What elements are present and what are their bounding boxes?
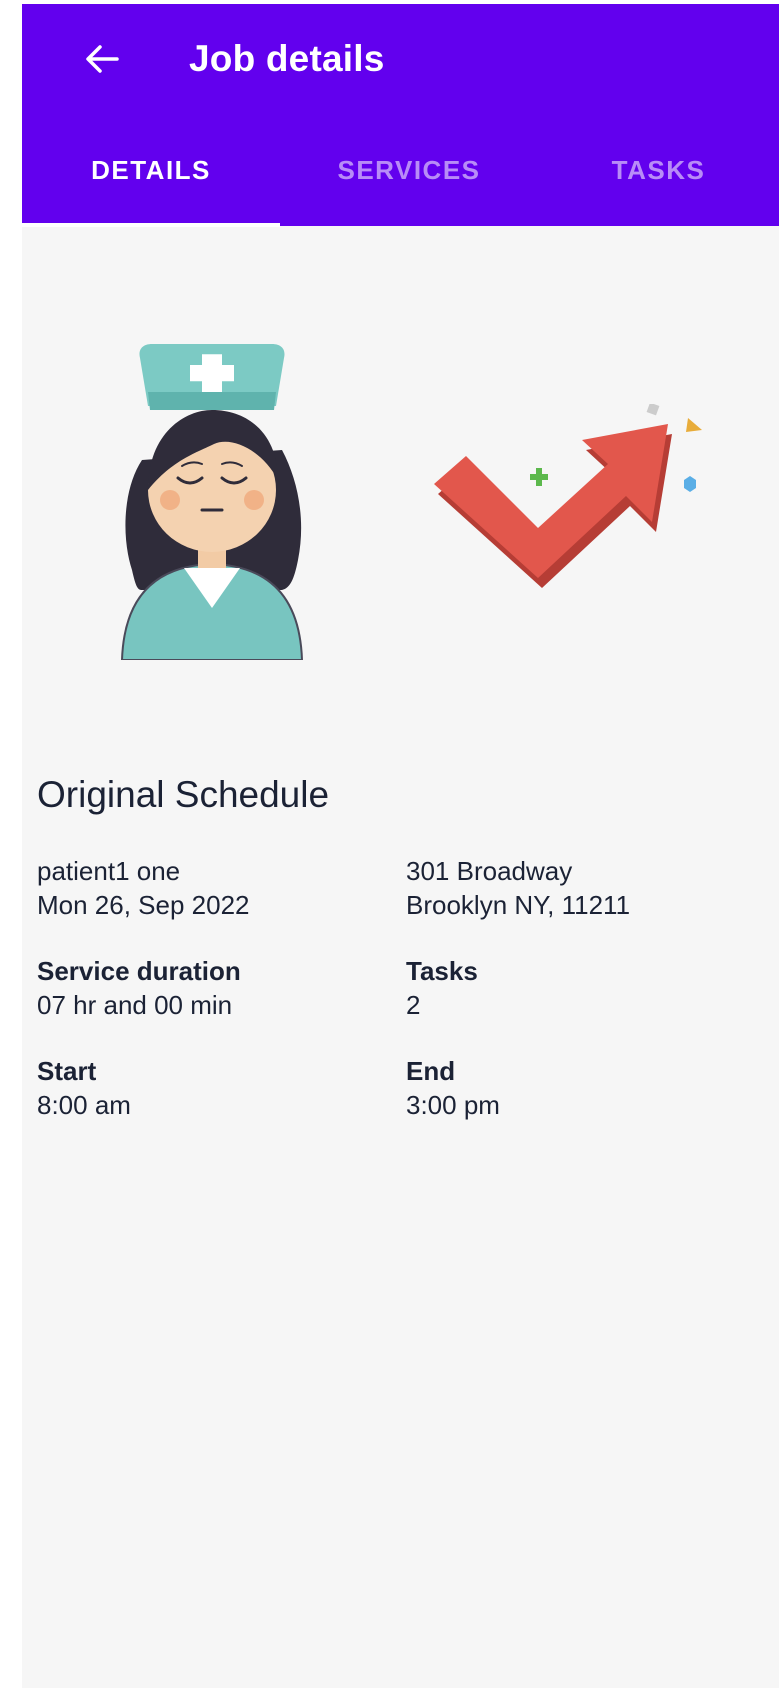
end-value: 3:00 pm bbox=[406, 1090, 500, 1120]
tab-services[interactable]: SERVICES bbox=[280, 114, 538, 226]
tab-details[interactable]: DETAILS bbox=[22, 114, 280, 226]
nurse-illustration bbox=[120, 344, 304, 660]
service-duration-label: Service duration bbox=[37, 956, 241, 986]
page-title: Job details bbox=[189, 38, 385, 79]
patient-name: patient1 one bbox=[37, 856, 181, 886]
service-duration: Service duration 07 hr and 00 min bbox=[37, 954, 241, 1022]
tasks-value: 2 bbox=[406, 990, 421, 1020]
address-line2: Brooklyn NY, 11211 bbox=[406, 890, 631, 920]
tasks-count: Tasks 2 bbox=[406, 954, 478, 1022]
app-bar: Job details DETAILS SERVICES TASKS bbox=[22, 4, 779, 227]
app-screen: Job details DETAILS SERVICES TASKS Origi… bbox=[22, 4, 779, 1688]
start-value: 8:00 am bbox=[37, 1090, 131, 1120]
trend-up-arrow-illustration bbox=[434, 404, 702, 588]
end-time: End 3:00 pm bbox=[406, 1054, 500, 1122]
tasks-label: Tasks bbox=[406, 956, 478, 986]
arrow-left-icon bbox=[86, 45, 119, 73]
tab-tasks[interactable]: TASKS bbox=[538, 114, 779, 226]
tab-bar: DETAILS SERVICES TASKS bbox=[22, 114, 779, 226]
address-info: 301 Broadway Brooklyn NY, 11211 bbox=[406, 854, 630, 922]
active-tab-indicator bbox=[22, 223, 280, 227]
start-time: Start 8:00 am bbox=[37, 1054, 131, 1122]
patient-info: patient1 one Mon 26, Sep 2022 bbox=[37, 854, 250, 922]
end-label: End bbox=[406, 1056, 456, 1086]
back-button[interactable] bbox=[77, 34, 127, 84]
address-line1: 301 Broadway bbox=[406, 856, 573, 886]
section-title: Original Schedule bbox=[37, 774, 330, 815]
service-duration-value: 07 hr and 00 min bbox=[37, 990, 233, 1020]
illustrations bbox=[22, 304, 779, 674]
schedule-date: Mon 26, Sep 2022 bbox=[37, 890, 250, 920]
start-label: Start bbox=[37, 1056, 97, 1086]
